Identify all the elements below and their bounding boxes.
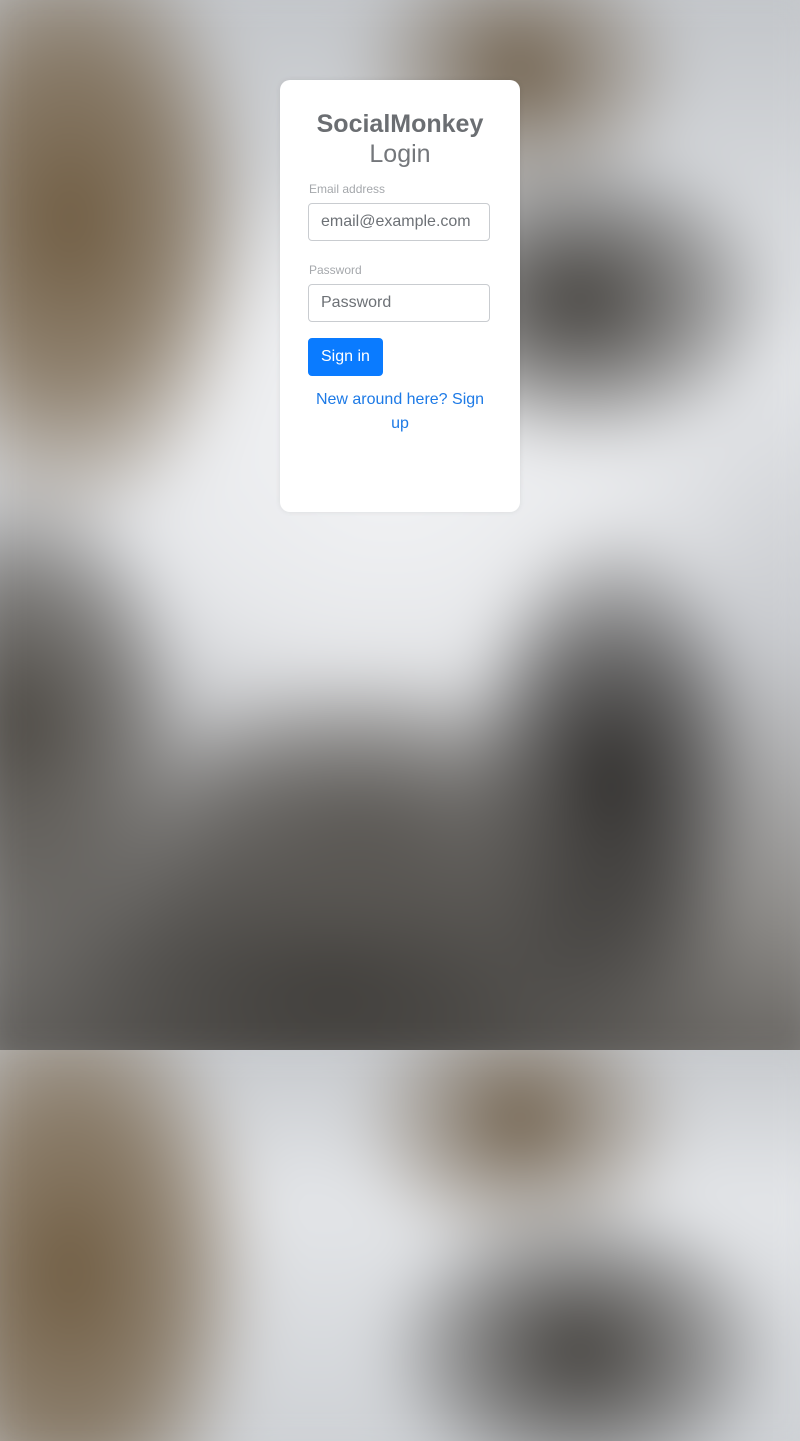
password-field[interactable] (308, 284, 490, 322)
login-card: SocialMonkey Login Email address Passwor… (280, 80, 520, 512)
background-image-repeat (0, 1050, 800, 1441)
email-label: Email address (309, 182, 386, 196)
sign-in-button[interactable]: Sign in (308, 338, 383, 376)
email-field[interactable] (308, 203, 490, 241)
page-title: Login (369, 140, 431, 168)
password-label: Password (309, 263, 362, 277)
email-group: Email address (308, 182, 492, 241)
brand-title: SocialMonkey (316, 110, 484, 138)
password-group: Password (308, 263, 492, 322)
login-form: Email address Password Sign in New aroun… (308, 182, 492, 436)
sign-up-link[interactable]: New around here? Sign up (308, 388, 492, 436)
